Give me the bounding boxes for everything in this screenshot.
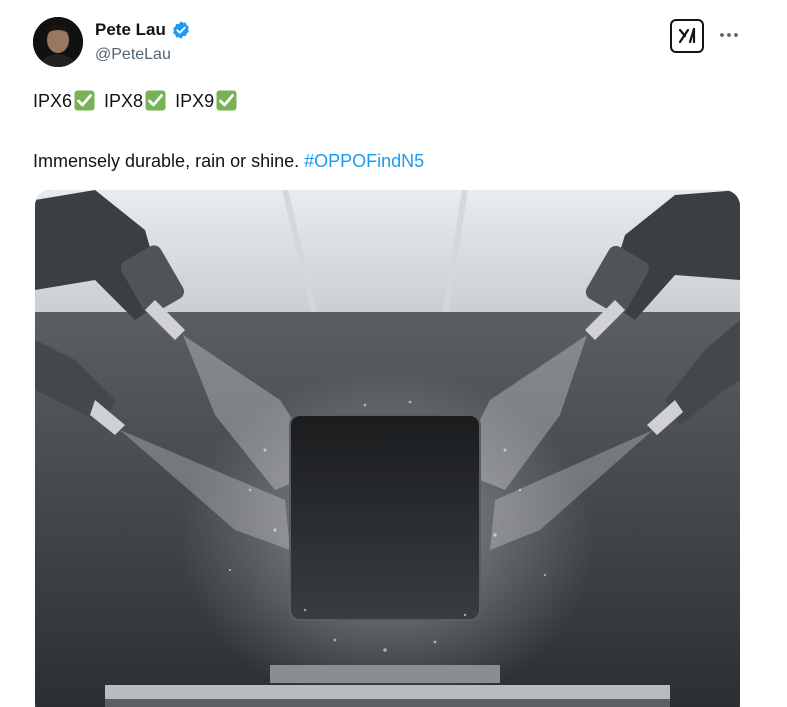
hashtag-link[interactable]: #OPPOFindN5 <box>304 151 424 171</box>
rating-ipx6: IPX6 <box>33 91 73 111</box>
tweet-media-image[interactable] <box>35 190 740 707</box>
verified-badge-icon <box>171 20 191 40</box>
tweet-text: Immensely durable, rain or shine. #OPPOF… <box>33 150 424 172</box>
more-options-button[interactable] <box>716 24 742 46</box>
tweet: Pete Lau @PeteLau IPX6 IPX8 IPX9 Immense… <box>0 0 787 707</box>
more-dots-icon <box>720 33 738 37</box>
author-name[interactable]: Pete Lau <box>95 20 166 40</box>
rating-ipx9: IPX9 <box>175 91 215 111</box>
grok-icon <box>678 27 696 44</box>
avatar[interactable] <box>33 17 83 67</box>
check-mark-icon <box>74 90 95 111</box>
check-mark-icon <box>216 90 237 111</box>
check-mark-icon <box>145 90 166 111</box>
grok-button[interactable] <box>670 19 704 53</box>
tweet-ratings-line: IPX6 IPX8 IPX9 <box>33 90 241 112</box>
author-handle[interactable]: @PeteLau <box>95 45 171 65</box>
photo <box>35 190 740 707</box>
author-name-row[interactable]: Pete Lau <box>95 20 191 40</box>
rating-ipx8: IPX8 <box>104 91 144 111</box>
tweet-body: Immensely durable, rain or shine. <box>33 151 305 171</box>
